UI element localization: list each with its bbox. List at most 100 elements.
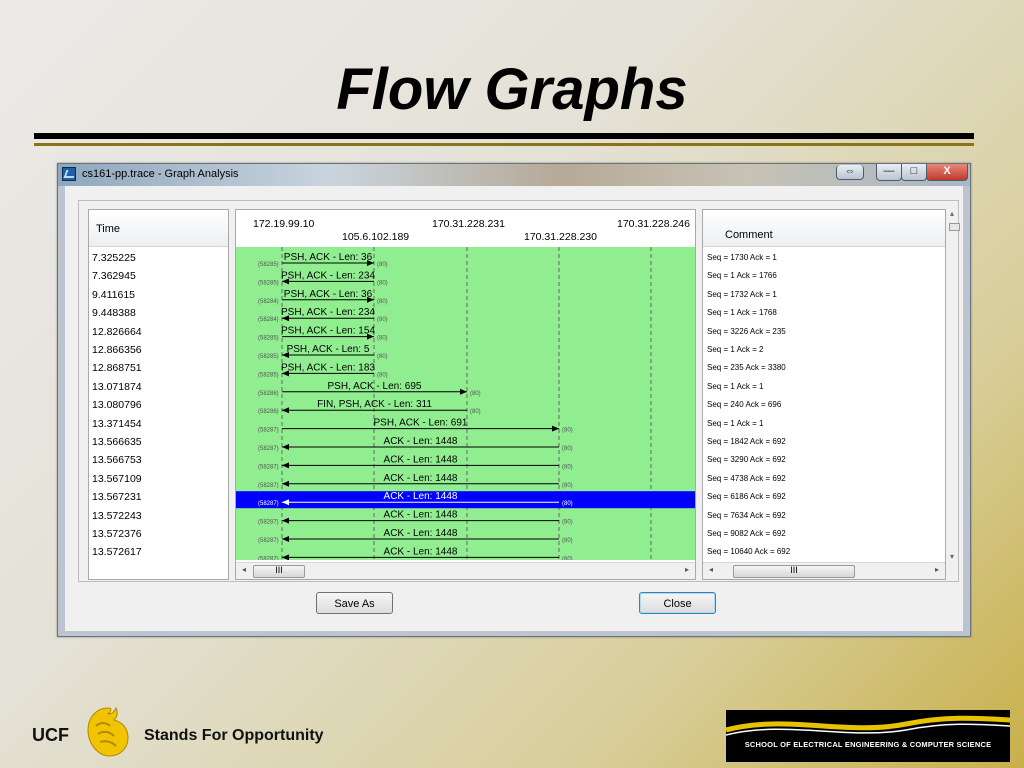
src-port-label: (58287) — [258, 428, 279, 434]
comment-row[interactable]: Seq = 1 Ack = 1 — [707, 379, 763, 395]
comment-row[interactable]: Seq = 1730 Ack = 1 — [707, 250, 777, 266]
src-port-label: (58287) — [258, 483, 279, 489]
src-port-label: (58286) — [258, 409, 279, 415]
comment-row[interactable]: Seq = 4738 Ack = 692 — [707, 471, 786, 487]
badge-swoosh — [726, 715, 1010, 736]
comment-row[interactable]: Seq = 240 Ack = 696 — [707, 397, 781, 413]
window-client: Time 7.325225 7.362945 9.411615 9.448388 12.… — [65, 186, 963, 631]
time-row[interactable]: 13.567231 — [92, 489, 142, 505]
restore-icon[interactable]: ⇔ — [836, 165, 864, 180]
src-port-label: (58285) — [258, 372, 279, 378]
flow-label: PSH, ACK - Len: 36 — [284, 289, 373, 300]
comment-row[interactable]: Seq = 1732 Ack = 1 — [707, 287, 777, 303]
scroll-down-icon[interactable]: ▾ — [950, 552, 954, 561]
time-row[interactable]: 9.448388 — [92, 305, 136, 321]
comment-row[interactable]: Seq = 7634 Ack = 692 — [707, 508, 786, 524]
scroll-right-icon[interactable]: ▸ — [935, 565, 939, 574]
save-as-button[interactable]: Save As — [316, 592, 393, 614]
comment-row[interactable]: Seq = 1 Ack = 1766 — [707, 268, 777, 284]
comment-row[interactable]: Seq = 9082 Ack = 692 — [707, 526, 786, 542]
node-label: 172.19.99.10 — [253, 218, 315, 230]
flow-label: ACK - Len: 1448 — [384, 436, 458, 447]
time-row[interactable]: 13.566753 — [92, 452, 142, 468]
comment-row[interactable]: Seq = 3290 Ack = 692 — [707, 452, 786, 468]
arrowhead-icon — [282, 480, 289, 487]
scroll-right-icon[interactable]: ▸ — [685, 565, 689, 574]
src-port-label: (58285) — [258, 262, 279, 268]
ucf-wordmark: UCF — [32, 725, 69, 745]
src-port-label: (58287) — [258, 520, 279, 526]
comment-row[interactable]: Seq = 1 Ack = 1 — [707, 416, 763, 432]
comment-panel[interactable]: Comment Seq = 1730 Ack = 1 Seq = 1 Ack = … — [702, 209, 946, 580]
arrowhead-icon — [552, 425, 559, 432]
time-row[interactable]: 12.866356 — [92, 342, 142, 358]
scroll-up-icon[interactable]: ▴ — [950, 209, 954, 218]
dst-port-label: (80) — [377, 336, 388, 342]
selected-row-highlight[interactable] — [236, 491, 695, 509]
time-row[interactable]: 7.362945 — [92, 268, 136, 284]
time-row[interactable]: 13.567109 — [92, 471, 142, 487]
time-row[interactable]: 7.325225 — [92, 250, 136, 266]
comment-vscrollbar[interactable]: ▴ ▾ — [948, 209, 960, 561]
comment-row[interactable]: Seq = 6186 Ack = 692 — [707, 489, 786, 505]
time-row[interactable]: 13.071874 — [92, 379, 142, 395]
dst-port-label: (80) — [377, 280, 388, 286]
title-rule — [34, 133, 974, 139]
time-row[interactable]: 13.572617 — [92, 544, 142, 560]
dst-port-label: (80) — [562, 483, 573, 489]
src-port-label: (58284) — [258, 299, 279, 305]
close-window-button[interactable]: X — [926, 164, 968, 181]
flow-graph-panel[interactable]: 172.19.99.10 105.6.102.189 170.31.228.23… — [235, 209, 696, 580]
comment-row[interactable]: Seq = 1 Ack = 1768 — [707, 305, 777, 321]
scroll-left-icon[interactable]: ◂ — [709, 565, 713, 574]
window-titlebar[interactable]: cs161-pp.trace - Graph Analysis ⇔ — □ X — [58, 164, 970, 186]
time-panel[interactable]: Time 7.325225 7.362945 9.411615 9.448388 12.… — [88, 209, 229, 580]
comment-row[interactable]: Seq = 1842 Ack = 692 — [707, 434, 786, 450]
title-rule-gold — [34, 143, 974, 146]
maximize-button[interactable]: □ — [901, 164, 927, 181]
node-header: 172.19.99.10 105.6.102.189 170.31.228.23… — [236, 210, 695, 247]
dst-port-label: (80) — [562, 428, 573, 434]
vscroll-thumb[interactable] — [949, 223, 960, 231]
graph-analysis-window: cs161-pp.trace - Graph Analysis ⇔ — □ X … — [57, 163, 971, 637]
dst-port-label: (80) — [562, 501, 573, 507]
dst-port-label: (80) — [377, 354, 388, 360]
scroll-thumb[interactable]: III — [733, 565, 855, 578]
graph-hscrollbar[interactable]: ◂ III ▸ — [236, 562, 695, 579]
flow-label: ACK - Len: 1448 — [384, 546, 458, 557]
comment-row[interactable]: Seq = 10640 Ack = 692 — [707, 544, 790, 560]
time-header: Time — [89, 210, 228, 247]
dst-port-label: (80) — [377, 262, 388, 268]
comment-row[interactable]: Seq = 1 Ack = 2 — [707, 342, 763, 358]
close-button[interactable]: Close — [639, 592, 716, 614]
comment-row[interactable]: Seq = 3226 Ack = 235 — [707, 324, 786, 340]
time-row[interactable]: 13.371454 — [92, 416, 142, 432]
src-port-label: (58287) — [258, 446, 279, 452]
scroll-left-icon[interactable]: ◂ — [242, 565, 246, 574]
flow-label: PSH, ACK - Len: 695 — [328, 381, 422, 392]
analysis-group: Time 7.325225 7.362945 9.411615 9.448388 12.… — [78, 200, 960, 582]
comment-hscrollbar[interactable]: ◂ III ▸ — [703, 562, 945, 579]
app-icon — [62, 167, 76, 181]
arrowhead-icon — [282, 444, 289, 450]
flow-graph-area[interactable]: PSH, ACK - Len: 36 (58285) (80) PSH, ACK - … — [236, 247, 695, 562]
time-row[interactable]: 13.566635 — [92, 434, 142, 450]
time-row[interactable]: 12.826664 — [92, 324, 142, 340]
node-label: 170.31.228.230 — [524, 231, 597, 243]
time-row[interactable]: 13.572243 — [92, 508, 142, 524]
time-header-label: Time — [96, 223, 121, 235]
time-row[interactable]: 9.411615 — [92, 287, 135, 303]
minimize-button[interactable]: — — [876, 164, 902, 181]
dst-port-label: (80) — [377, 317, 388, 323]
comment-header-label: Comment — [725, 229, 773, 241]
node-label: 170.31.228.246 — [617, 218, 690, 230]
scroll-thumb[interactable]: III — [253, 565, 305, 578]
src-port-label: (58287) — [258, 538, 279, 544]
time-row[interactable]: 13.080796 — [92, 397, 142, 413]
time-row[interactable]: 12.868751 — [92, 360, 142, 376]
arrowhead-icon — [282, 407, 289, 414]
dst-port-label: (80) — [562, 556, 573, 560]
flow-graph-svg[interactable]: PSH, ACK - Len: 36 (58285) (80) PSH, ACK - … — [236, 247, 695, 562]
comment-row[interactable]: Seq = 235 Ack = 3380 — [707, 360, 786, 376]
time-row[interactable]: 13.572376 — [92, 526, 142, 542]
